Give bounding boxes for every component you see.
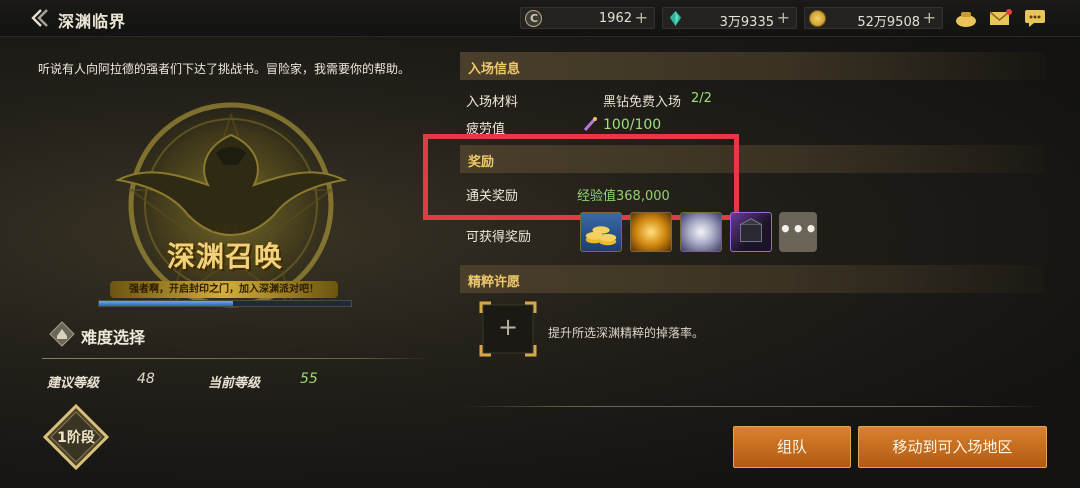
- gold-coins-icon[interactable]: [580, 212, 622, 252]
- difficulty-title: 难度选择: [81, 328, 146, 347]
- entry-material-count: 2/2: [691, 91, 712, 106]
- essence-header: 精粹许愿: [460, 265, 1045, 293]
- currency-coin-c: C 1962 +: [520, 7, 655, 29]
- add-currency-button[interactable]: +: [635, 8, 648, 27]
- dark-box-icon[interactable]: [730, 212, 772, 252]
- recommended-level-value: 48: [137, 371, 155, 387]
- essence-hint: 提升所选深渊精粹的掉落率。: [548, 326, 705, 340]
- stage-label: 1阶段: [57, 430, 95, 446]
- current-level-value: 55: [300, 371, 318, 387]
- emblem-progress-fill: [99, 301, 233, 306]
- intro-text: 听说有人向阿拉德的强者们下达了挑战书。冒险家，我需要你的帮助。: [38, 62, 411, 76]
- add-essence-icon[interactable]: +: [497, 314, 519, 340]
- essence-title: 精粹许愿: [468, 275, 521, 290]
- entry-material-value: 黑钻免费入场: [603, 95, 682, 110]
- obtainable-reward-label: 可获得奖励: [466, 230, 532, 245]
- entry-material-label: 入场材料: [466, 95, 519, 110]
- difficulty-icon: [49, 321, 75, 347]
- highlight-box: [423, 134, 739, 220]
- page-title: 深渊临界: [58, 12, 127, 31]
- emblem-progress-bar: [98, 300, 352, 307]
- party-button[interactable]: 组队: [733, 426, 851, 468]
- coin-c-icon: C: [525, 10, 542, 27]
- move-to-entry-button[interactable]: 移动到可入场地区: [858, 426, 1047, 468]
- currency-gold: 52万9508 +: [804, 7, 943, 30]
- add-currency-button[interactable]: +: [923, 8, 936, 27]
- pouch-icon[interactable]: [954, 8, 978, 28]
- silver-gem-icon[interactable]: [680, 212, 722, 252]
- fatigue-value: 100/100: [603, 117, 662, 133]
- mail-icon[interactable]: [988, 8, 1012, 28]
- gold-coin-icon: [809, 10, 826, 27]
- currency-value: 3万9335: [719, 15, 774, 30]
- more-rewards-button[interactable]: •••: [779, 212, 817, 252]
- golden-orb-icon[interactable]: [630, 212, 672, 252]
- recommended-level-label: 建议等级: [47, 376, 100, 391]
- top-bar: 深渊临界 C 1962 + 3万9335 + 52万9508 +: [0, 0, 1080, 37]
- divider: [460, 406, 1045, 407]
- currency-value: 1962: [598, 11, 632, 26]
- emblem-subtitle: 深渊派对: [211, 224, 248, 234]
- chat-icon[interactable]: [1023, 8, 1047, 28]
- emblem-banner: 强者啊，开启封印之门，加入深渊派对吧！: [110, 281, 338, 298]
- divider: [42, 358, 432, 359]
- potion-icon: [583, 117, 597, 132]
- emblem-title: 深渊召唤: [166, 240, 283, 273]
- current-level-label: 当前等级: [208, 376, 261, 391]
- add-currency-button[interactable]: +: [777, 8, 790, 27]
- currency-value: 52万9508: [857, 15, 920, 30]
- entry-info-title: 入场信息: [468, 62, 521, 77]
- currency-crystal: 3万9335 +: [662, 7, 797, 30]
- back-arrow-icon[interactable]: [26, 6, 50, 30]
- green-crystal-icon: [669, 10, 682, 27]
- entry-info-header: 入场信息: [460, 52, 1045, 80]
